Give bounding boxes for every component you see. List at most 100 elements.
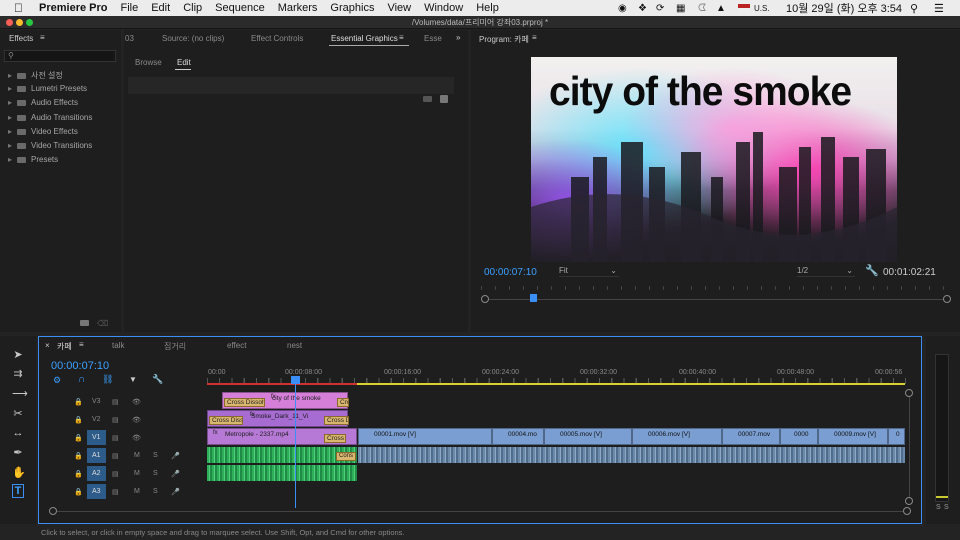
track-label-a3[interactable]: A3 [87,484,106,499]
app-menu[interactable]: Premiere Pro [39,2,107,14]
expand-arrow-icon[interactable]: ▸ [8,155,12,164]
timeline-vertical-scrollbar[interactable] [905,389,913,505]
sync-lock-icon[interactable]: ▤ [112,452,119,460]
more-tabs-icon[interactable]: » [456,33,460,42]
panel-menu-icon[interactable]: ≡ [40,33,45,42]
dropbox-icon[interactable]: ❖ [638,3,647,14]
close-window-button[interactable] [6,19,13,26]
transition-v3-out[interactable]: Cross [337,398,349,407]
effects-panel-title[interactable]: Effects [9,34,33,43]
menu-edit[interactable]: Edit [151,2,170,14]
expand-arrow-icon[interactable]: ▸ [8,84,12,93]
timeline-playhead[interactable] [295,378,296,508]
tab-sequence-street[interactable]: 집거리 [164,341,186,352]
new-item-icon[interactable] [440,95,448,103]
sync-lock-icon[interactable]: ▤ [112,434,119,442]
effects-item-video-effects[interactable]: ▸ Video Effects [8,127,78,136]
tab-essential-graphics[interactable]: Essential Graphics [331,34,398,43]
snap-icon[interactable]: ∩ [78,374,85,385]
hand-tool-icon[interactable]: ✋ [12,466,26,479]
track-label-v1[interactable]: V1 [87,430,106,445]
clip-v1-end[interactable]: 0 [888,428,905,445]
timeline-horizontal-scrollbar[interactable] [49,507,911,515]
effects-item-presets[interactable]: ▸ Presets [8,155,58,164]
menu-sequence[interactable]: Sequence [215,2,265,14]
expand-arrow-icon[interactable]: ▸ [8,98,12,107]
lock-icon[interactable]: 🔒 [74,398,83,406]
bluetooth-icon[interactable]: ᗧ [698,3,706,14]
panel-menu-icon[interactable]: ≡ [399,33,404,42]
tab-sequence-nest[interactable]: nest [287,341,302,350]
flag-icon[interactable] [738,4,750,12]
eye-icon[interactable]: 👁 [132,434,141,442]
expand-arrow-icon[interactable]: ▸ [8,141,12,150]
tab-sequence-talk[interactable]: talk [112,341,124,350]
tab-sequence-cafe[interactable]: 카페 [57,341,72,352]
selection-tool-icon[interactable]: ➤ [12,348,24,361]
audio-clip-a1-video-audio[interactable] [358,447,905,463]
search-icon[interactable]: ⚲ [910,2,918,15]
program-scrubber[interactable] [481,294,951,304]
record-icon[interactable]: ◉ [618,3,627,14]
track-label-a1[interactable]: A1 [87,448,106,463]
slip-tool-icon[interactable]: ↔ [12,427,24,439]
sync-lock-icon[interactable]: ▤ [112,398,119,406]
clip-v1-00006[interactable]: 00006.mov [V] [632,428,722,445]
mute-button[interactable]: M [134,470,140,477]
effects-item-video-transitions[interactable]: ▸ Video Transitions [8,141,92,150]
wifi-icon[interactable]: ▲ [716,3,726,14]
expand-arrow-icon[interactable]: ▸ [8,71,12,80]
maximize-window-button[interactable] [26,19,33,26]
effects-item-presets-kr[interactable]: ▸ 사전 설정 [8,70,63,81]
ripple-edit-tool-icon[interactable]: ⟶ [12,387,28,400]
linked-selection-icon[interactable]: ⛓ [102,374,113,385]
clip-v1-00004[interactable]: 00004.mo [492,428,544,445]
clip-v1-0000[interactable]: 0000 [780,428,818,445]
sync-icon[interactable]: ⟳ [656,3,664,14]
playback-resolution-select[interactable]: 1/2 ⌄ [797,266,855,277]
menu-window[interactable]: Window [424,2,463,14]
tab-previous[interactable]: 03 [125,34,134,43]
mute-button[interactable]: M [134,488,140,495]
track-select-tool-icon[interactable]: ⇉ [12,367,24,380]
solo-left-button[interactable]: S [936,504,941,511]
panel-menu-icon[interactable]: ≡ [79,340,84,349]
nest-toggle-icon[interactable]: ⚙ [53,375,61,386]
transition-v2-out[interactable]: Cross D [324,416,349,425]
solo-button[interactable]: S [153,470,158,477]
tab-essential-sound[interactable]: Esse [424,34,442,43]
minimize-window-button[interactable] [16,19,23,26]
extension-icon[interactable]: ▦ [676,3,685,14]
menu-help[interactable]: Help [476,2,499,14]
mute-button[interactable]: M [134,452,140,459]
menu-list-icon[interactable]: ☰ [934,2,944,15]
track-label-a2[interactable]: A2 [87,466,106,481]
new-layer-icon[interactable] [423,96,432,102]
eye-icon[interactable]: 👁 [132,398,141,406]
clock[interactable]: 10월 29일 (화) 오후 3:54 [786,0,902,16]
program-video-frame[interactable]: city of the smoke [531,57,897,262]
transition-v1[interactable]: Cross [324,434,346,443]
tab-source[interactable]: Source: (no clips) [162,34,224,43]
playhead-handle[interactable] [291,376,300,384]
menu-clip[interactable]: Clip [183,2,202,14]
zoom-level-select[interactable]: Fit ⌄ [559,266,619,277]
program-monitor-title[interactable]: Program: 카페 [479,34,529,45]
eg-edit-tab[interactable]: Edit [177,58,191,67]
clip-v1-00009[interactable]: 00009.mov [V] [818,428,888,445]
eye-icon[interactable]: 👁 [132,416,141,424]
track-label-v3[interactable]: V3 [92,398,101,405]
transition-v2-in[interactable]: Cross Disso [209,416,243,425]
menu-markers[interactable]: Markers [278,2,318,14]
solo-right-button[interactable]: S [944,504,949,511]
audio-transition-a1[interactable]: Cons [336,452,356,461]
effects-item-audio-effects[interactable]: ▸ Audio Effects [8,98,78,107]
timeline-settings-icon[interactable]: 🔧 [152,374,163,385]
expand-arrow-icon[interactable]: ▸ [8,113,12,122]
microphone-icon[interactable]: 🎤 [171,470,180,478]
microphone-icon[interactable]: 🎤 [171,488,180,496]
effects-item-lumetri-presets[interactable]: ▸ Lumetri Presets [8,84,87,93]
input-locale[interactable]: U.S. [754,4,770,13]
sync-lock-icon[interactable]: ▤ [112,470,119,478]
timeline-timecode[interactable]: 00:00:07:10 [51,360,109,372]
